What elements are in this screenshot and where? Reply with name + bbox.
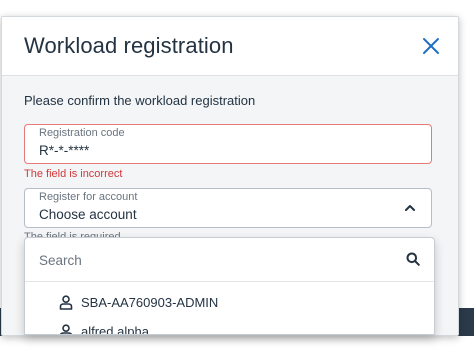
- user-icon: [59, 294, 73, 310]
- search-input[interactable]: [37, 248, 381, 272]
- user-icon: [59, 323, 73, 334]
- registration-code-value[interactable]: R*-*-****: [39, 143, 89, 158]
- dropdown-search: [25, 238, 434, 282]
- account-dropdown: SBA-AA760903-ADMIN alfred alpha: [24, 237, 435, 335]
- dialog-header: Workload registration: [2, 17, 458, 76]
- account-option[interactable]: alfred alpha: [59, 320, 149, 335]
- search-icon[interactable]: [406, 252, 420, 266]
- registration-code-error: The field is incorrect: [24, 168, 123, 180]
- close-button[interactable]: [422, 37, 440, 55]
- dialog-title: Workload registration: [24, 33, 234, 58]
- account-option-label: SBA-AA760903-ADMIN: [81, 294, 219, 310]
- account-option-label: alfred alpha: [81, 323, 149, 335]
- account-select-value: Choose account: [39, 207, 137, 222]
- account-select-label: Register for account: [39, 191, 138, 203]
- account-select[interactable]: Register for account Choose account: [24, 188, 432, 228]
- registration-code-label: Registration code: [39, 127, 125, 139]
- confirmation-prompt: Please confirm the workload registration: [24, 93, 256, 108]
- registration-code-field[interactable]: Registration code R*-*-****: [24, 124, 432, 164]
- account-option[interactable]: SBA-AA760903-ADMIN: [59, 291, 218, 313]
- close-icon: [423, 38, 439, 54]
- chevron-up-icon: [405, 205, 415, 211]
